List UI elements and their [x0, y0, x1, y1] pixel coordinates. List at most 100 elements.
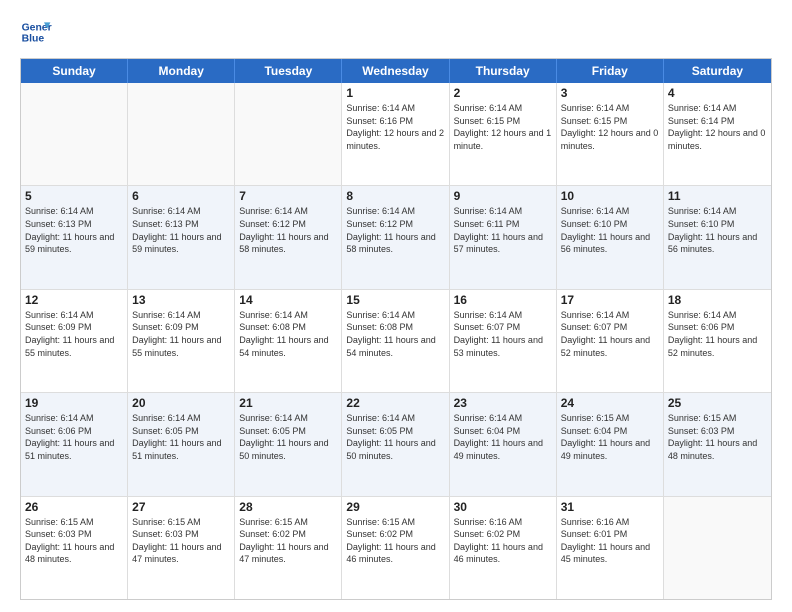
logo: General Blue [20, 16, 52, 48]
day-number: 24 [561, 396, 659, 410]
day-number: 12 [25, 293, 123, 307]
cell-info: Sunrise: 6:14 AMSunset: 6:08 PMDaylight:… [346, 309, 444, 359]
cell-info: Sunrise: 6:14 AMSunset: 6:05 PMDaylight:… [239, 412, 337, 462]
header-day-monday: Monday [128, 59, 235, 83]
cal-cell: 15 Sunrise: 6:14 AMSunset: 6:08 PMDayligh… [342, 290, 449, 392]
day-number: 18 [668, 293, 767, 307]
cal-cell: 31Sunrise: 6:16 AMSunset: 6:01 PMDayligh… [557, 497, 664, 599]
week-row-4: 26 Sunrise: 6:15 AMSunset: 6:03 PMDayligh… [21, 497, 771, 599]
cell-info: Sunrise: 6:16 AMSunset: 6:01 PMDaylight:… [561, 516, 659, 566]
cell-info: Sunrise: 6:14 AMSunset: 6:12 PMDaylight:… [346, 205, 444, 255]
header: General Blue [20, 16, 772, 48]
cal-cell [235, 83, 342, 185]
cell-info: Sunrise: 6:14 AMSunset: 6:12 PMDaylight:… [239, 205, 337, 255]
cell-info: Sunrise: 6:14 AMSunset: 6:09 PMDaylight:… [132, 309, 230, 359]
cell-info: Sunrise: 6:14 AMSunset: 6:07 PMDaylight:… [561, 309, 659, 359]
day-number: 25 [668, 396, 767, 410]
calendar-body: 1Sunrise: 6:14 AMSunset: 6:16 PMDaylight… [21, 83, 771, 599]
cell-info: Sunrise: 6:14 AMSunset: 6:08 PMDaylight:… [239, 309, 337, 359]
day-number: 10 [561, 189, 659, 203]
week-row-0: 1Sunrise: 6:14 AMSunset: 6:16 PMDaylight… [21, 83, 771, 186]
day-number: 8 [346, 189, 444, 203]
header-day-saturday: Saturday [664, 59, 771, 83]
week-row-3: 19Sunrise: 6:14 AMSunset: 6:06 PMDayligh… [21, 393, 771, 496]
cal-cell: 7 Sunrise: 6:14 AMSunset: 6:12 PMDaylight… [235, 186, 342, 288]
calendar: SundayMondayTuesdayWednesdayThursdayFrid… [20, 58, 772, 600]
cell-info: Sunrise: 6:14 AMSunset: 6:13 PMDaylight:… [132, 205, 230, 255]
cal-cell [664, 497, 771, 599]
cal-cell: 10 Sunrise: 6:14 AMSunset: 6:10 PMDayligh… [557, 186, 664, 288]
cal-cell: 12 Sunrise: 6:14 AMSunset: 6:09 PMDayligh… [21, 290, 128, 392]
day-number: 11 [668, 189, 767, 203]
cal-cell: 23 Sunrise: 6:14 AMSunset: 6:04 PMDayligh… [450, 393, 557, 495]
day-number: 15 [346, 293, 444, 307]
cell-info: Sunrise: 6:14 AMSunset: 6:11 PMDaylight:… [454, 205, 552, 255]
header-day-thursday: Thursday [450, 59, 557, 83]
day-number: 20 [132, 396, 230, 410]
cell-info: Sunrise: 6:15 AMSunset: 6:02 PMDaylight:… [239, 516, 337, 566]
cal-cell: 17Sunrise: 6:14 AMSunset: 6:07 PMDayligh… [557, 290, 664, 392]
cal-cell: 1Sunrise: 6:14 AMSunset: 6:16 PMDaylight… [342, 83, 449, 185]
day-number: 6 [132, 189, 230, 203]
day-number: 28 [239, 500, 337, 514]
cal-cell: 6 Sunrise: 6:14 AMSunset: 6:13 PMDaylight… [128, 186, 235, 288]
cell-info: Sunrise: 6:14 AMSunset: 6:14 PMDaylight:… [668, 102, 767, 152]
cal-cell: 3Sunrise: 6:14 AMSunset: 6:15 PMDaylight… [557, 83, 664, 185]
cal-cell: 4 Sunrise: 6:14 AMSunset: 6:14 PMDaylight… [664, 83, 771, 185]
day-number: 9 [454, 189, 552, 203]
cal-cell: 18 Sunrise: 6:14 AMSunset: 6:06 PMDayligh… [664, 290, 771, 392]
day-number: 30 [454, 500, 552, 514]
svg-text:Blue: Blue [22, 34, 45, 45]
cal-cell: 28 Sunrise: 6:15 AMSunset: 6:02 PMDayligh… [235, 497, 342, 599]
cal-cell: 9 Sunrise: 6:14 AMSunset: 6:11 PMDaylight… [450, 186, 557, 288]
cell-info: Sunrise: 6:14 AMSunset: 6:06 PMDaylight:… [668, 309, 767, 359]
cell-info: Sunrise: 6:14 AMSunset: 6:09 PMDaylight:… [25, 309, 123, 359]
cal-cell: 11 Sunrise: 6:14 AMSunset: 6:10 PMDayligh… [664, 186, 771, 288]
day-number: 26 [25, 500, 123, 514]
cal-cell: 19Sunrise: 6:14 AMSunset: 6:06 PMDayligh… [21, 393, 128, 495]
cell-info: Sunrise: 6:14 AMSunset: 6:10 PMDaylight:… [668, 205, 767, 255]
cal-cell [128, 83, 235, 185]
day-number: 23 [454, 396, 552, 410]
cell-info: Sunrise: 6:15 AMSunset: 6:04 PMDaylight:… [561, 412, 659, 462]
cell-info: Sunrise: 6:14 AMSunset: 6:05 PMDaylight:… [132, 412, 230, 462]
cal-cell: 13 Sunrise: 6:14 AMSunset: 6:09 PMDayligh… [128, 290, 235, 392]
cal-cell: 24 Sunrise: 6:15 AMSunset: 6:04 PMDayligh… [557, 393, 664, 495]
cal-cell: 26 Sunrise: 6:15 AMSunset: 6:03 PMDayligh… [21, 497, 128, 599]
cal-cell: 21 Sunrise: 6:14 AMSunset: 6:05 PMDayligh… [235, 393, 342, 495]
cal-cell: 16Sunrise: 6:14 AMSunset: 6:07 PMDayligh… [450, 290, 557, 392]
cell-info: Sunrise: 6:14 AMSunset: 6:05 PMDaylight:… [346, 412, 444, 462]
cal-cell: 29Sunrise: 6:15 AMSunset: 6:02 PMDayligh… [342, 497, 449, 599]
cell-info: Sunrise: 6:15 AMSunset: 6:03 PMDaylight:… [25, 516, 123, 566]
cell-info: Sunrise: 6:14 AMSunset: 6:15 PMDaylight:… [561, 102, 659, 152]
cell-info: Sunrise: 6:15 AMSunset: 6:03 PMDaylight:… [668, 412, 767, 462]
day-number: 22 [346, 396, 444, 410]
cal-cell: 22 Sunrise: 6:14 AMSunset: 6:05 PMDayligh… [342, 393, 449, 495]
day-number: 7 [239, 189, 337, 203]
cell-info: Sunrise: 6:15 AMSunset: 6:03 PMDaylight:… [132, 516, 230, 566]
day-number: 21 [239, 396, 337, 410]
week-row-1: 5 Sunrise: 6:14 AMSunset: 6:13 PMDaylight… [21, 186, 771, 289]
cal-cell: 2Sunrise: 6:14 AMSunset: 6:15 PMDaylight… [450, 83, 557, 185]
cal-cell [21, 83, 128, 185]
day-number: 5 [25, 189, 123, 203]
cell-info: Sunrise: 6:14 AMSunset: 6:04 PMDaylight:… [454, 412, 552, 462]
header-day-sunday: Sunday [21, 59, 128, 83]
cell-info: Sunrise: 6:14 AMSunset: 6:06 PMDaylight:… [25, 412, 123, 462]
day-number: 27 [132, 500, 230, 514]
cell-info: Sunrise: 6:16 AMSunset: 6:02 PMDaylight:… [454, 516, 552, 566]
cell-info: Sunrise: 6:14 AMSunset: 6:15 PMDaylight:… [454, 102, 552, 152]
cell-info: Sunrise: 6:14 AMSunset: 6:10 PMDaylight:… [561, 205, 659, 255]
calendar-header: SundayMondayTuesdayWednesdayThursdayFrid… [21, 59, 771, 83]
header-day-friday: Friday [557, 59, 664, 83]
page: General Blue SundayMondayTuesdayWednesda… [0, 0, 792, 612]
cal-cell: 5Sunrise: 6:14 AMSunset: 6:13 PMDaylight… [21, 186, 128, 288]
logo-icon: General Blue [20, 16, 52, 48]
cal-cell: 30 Sunrise: 6:16 AMSunset: 6:02 PMDayligh… [450, 497, 557, 599]
cell-info: Sunrise: 6:14 AMSunset: 6:07 PMDaylight:… [454, 309, 552, 359]
day-number: 13 [132, 293, 230, 307]
cal-cell: 20 Sunrise: 6:14 AMSunset: 6:05 PMDayligh… [128, 393, 235, 495]
header-day-tuesday: Tuesday [235, 59, 342, 83]
day-number: 4 [668, 86, 767, 100]
day-number: 1 [346, 86, 444, 100]
